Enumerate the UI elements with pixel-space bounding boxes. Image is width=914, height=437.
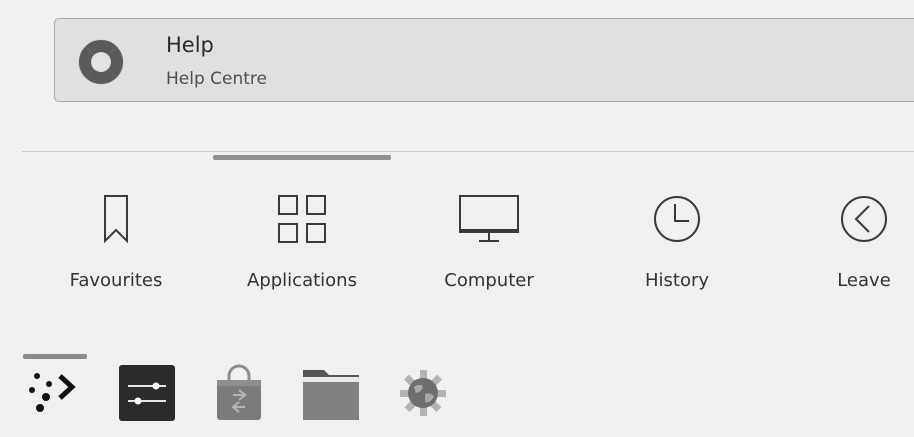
shopping-bag-icon — [217, 364, 261, 420]
launcher-active-indicator — [23, 354, 87, 359]
help-lifebuoy-icon — [75, 36, 127, 88]
launcher-app-launcher[interactable] — [24, 362, 86, 424]
tab-label: History — [644, 270, 710, 291]
tab-favourites[interactable]: Favourites — [41, 175, 191, 305]
bookmark-icon — [104, 195, 128, 244]
launcher-system-settings[interactable] — [116, 362, 178, 424]
tab-label: Applications — [247, 270, 357, 291]
tab-history[interactable]: History — [602, 175, 752, 305]
launcher-web-browser[interactable] — [392, 362, 454, 424]
folder-icon — [303, 370, 359, 420]
launcher-file-manager[interactable] — [300, 362, 362, 424]
tab-applications[interactable]: Applications — [227, 175, 377, 305]
monitor-icon — [459, 195, 519, 242]
dots-arrow-icon — [29, 373, 76, 412]
sliders-icon — [119, 365, 175, 421]
tab-computer[interactable]: Computer — [414, 175, 564, 305]
tab-label: Computer — [444, 270, 534, 291]
search-result-help[interactable]: Help Help Centre — [54, 18, 914, 102]
tab-leave[interactable]: Leave — [789, 175, 914, 305]
separator — [22, 151, 914, 152]
globe-gear-icon — [400, 370, 446, 416]
grid-icon — [278, 195, 326, 243]
tab-label: Favourites — [69, 270, 163, 291]
back-arrow-circle-icon — [841, 196, 887, 242]
active-tab-indicator — [213, 155, 391, 160]
result-subtitle: Help Centre — [166, 69, 268, 89]
launcher-software-store[interactable] — [208, 362, 270, 424]
tab-label: Leave — [837, 270, 891, 291]
clock-icon — [654, 196, 700, 242]
result-title: Help — [166, 33, 214, 57]
